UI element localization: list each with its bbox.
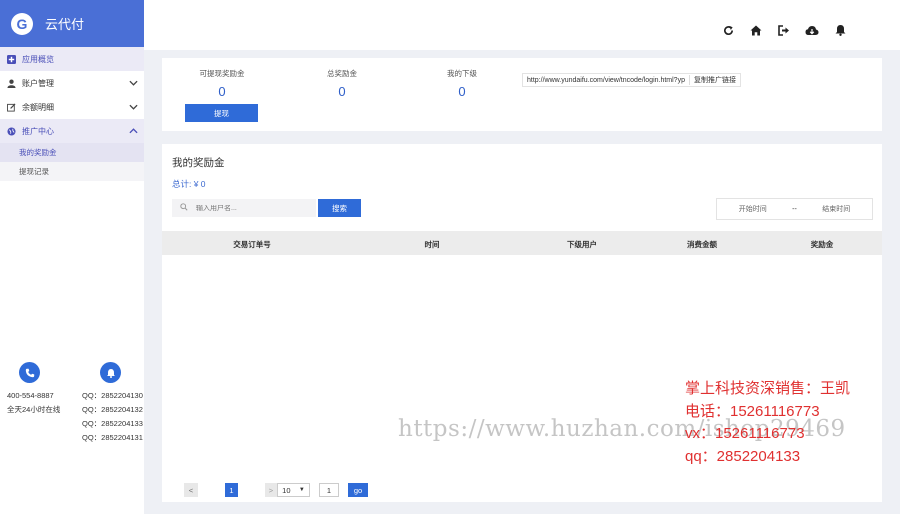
brand-name: 云代付 bbox=[45, 17, 85, 32]
column-header-sub-user: 下级用户 bbox=[567, 240, 597, 249]
refresh-icon[interactable] bbox=[720, 22, 736, 38]
edit-icon bbox=[6, 102, 16, 112]
date-start-input[interactable]: 开始时间 bbox=[717, 204, 789, 214]
sidebar-item-label: 推广中心 bbox=[22, 126, 54, 136]
chevron-up-icon bbox=[129, 126, 138, 136]
chevron-down-icon bbox=[129, 102, 138, 112]
column-header-order-no: 交易订单号 bbox=[233, 240, 271, 249]
brand-logo-icon: G bbox=[11, 12, 33, 35]
page-go-button[interactable]: go bbox=[348, 483, 368, 497]
home-icon[interactable] bbox=[748, 22, 764, 38]
sidebar-subitem-my-rewards[interactable]: 我的奖励金 bbox=[0, 143, 144, 162]
page-title: 我的奖励金 bbox=[172, 157, 225, 169]
page-size-select[interactable]: 10 ▼ bbox=[277, 483, 310, 497]
sidebar-item-app-overview[interactable]: 应用概览 bbox=[0, 47, 144, 71]
stat-referrals-label: 我的下级 bbox=[447, 69, 477, 78]
watermark-line: 掌上科技资深销售：王凯 bbox=[685, 380, 851, 397]
top-icon-group bbox=[720, 22, 848, 38]
date-range-picker[interactable]: 开始时间 -- 结束时间 bbox=[716, 198, 873, 220]
pagination-next-button[interactable]: > bbox=[265, 483, 277, 497]
contact-phone: 400-554-8887 bbox=[7, 391, 54, 400]
phone-icon bbox=[19, 362, 40, 383]
watermark-line: qq：2852204133 bbox=[685, 447, 801, 465]
column-header-reward: 奖励金 bbox=[810, 240, 834, 249]
stat-total-value: 0 bbox=[338, 84, 346, 99]
sidebar-item-label: 应用概览 bbox=[22, 54, 54, 64]
sidebar-item-account[interactable]: 账户管理 bbox=[0, 71, 144, 95]
column-header-amount: 消费金额 bbox=[687, 240, 717, 249]
pagination-prev-button[interactable]: < bbox=[184, 483, 198, 497]
promo-link-box: http://www.yundaifu.com/view/tncode/logi… bbox=[522, 73, 741, 87]
sidebar-subitem-withdraw-records[interactable]: 提现记录 bbox=[0, 162, 144, 181]
promo-link-url[interactable]: http://www.yundaifu.com/view/tncode/logi… bbox=[523, 77, 689, 84]
contact-qq: QQ：2852204130 bbox=[82, 391, 143, 400]
table-header: 交易订单号 时间 下级用户 消费金额 奖励金 bbox=[162, 231, 882, 255]
date-separator: -- bbox=[792, 205, 797, 213]
withdraw-button[interactable]: 提现 bbox=[185, 104, 258, 122]
watermark-sales-contact: 掌上科技资深销售：王凯 电话：15261116773 vx：1526111677… bbox=[685, 378, 850, 468]
logout-icon[interactable] bbox=[776, 22, 792, 38]
brand-header[interactable]: G 云代付 bbox=[0, 0, 144, 47]
stat-withdrawable-value: 0 bbox=[218, 84, 226, 99]
search-input[interactable] bbox=[196, 204, 306, 212]
sidebar-item-balance[interactable]: 余额明细 bbox=[0, 95, 144, 119]
stat-total: 总奖励金 0 bbox=[292, 68, 392, 99]
copy-promo-link-button[interactable]: 复制推广链接 bbox=[688, 75, 740, 85]
contact-qq: QQ：2852204132 bbox=[82, 405, 143, 414]
user-icon bbox=[6, 78, 16, 88]
contact-qq: QQ：2852204131 bbox=[82, 433, 143, 442]
pagination-current-page[interactable]: 1 bbox=[225, 483, 238, 497]
caret-down-icon: ▼ bbox=[298, 487, 305, 493]
page-size-value: 10 bbox=[282, 485, 291, 495]
top-bar bbox=[144, 0, 900, 50]
rewards-total: 总计: ¥ 0 bbox=[172, 179, 206, 189]
sidebar-item-promotion[interactable]: 推广中心 bbox=[0, 119, 144, 143]
search-button[interactable]: 搜索 bbox=[318, 199, 361, 217]
search-field[interactable] bbox=[172, 199, 316, 217]
cloud-download-icon[interactable] bbox=[804, 22, 820, 38]
column-header-time: 时间 bbox=[424, 240, 440, 249]
bell-icon[interactable] bbox=[832, 22, 848, 38]
stat-referrals: 我的下级 0 bbox=[412, 68, 512, 99]
chevron-down-icon bbox=[129, 78, 138, 88]
sidebar-item-label: 账户管理 bbox=[22, 78, 54, 88]
watermark-line: vx：15261116773 bbox=[685, 425, 805, 442]
sidebar-item-label: 余额明细 bbox=[22, 102, 54, 112]
page-jump-input[interactable]: 1 bbox=[319, 483, 339, 497]
contact-hours: 全天24小时在线 bbox=[7, 405, 61, 414]
stat-withdrawable: 可提现奖励金 0 bbox=[172, 68, 272, 99]
stat-total-label: 总奖励金 bbox=[327, 69, 357, 78]
sidebar: G 云代付 应用概览 账户管理 余额明细 推广中心 我的奖励金 提现记录 400… bbox=[0, 0, 144, 514]
reward-stats-card: 可提现奖励金 0 提现 总奖励金 0 我的下级 0 http://www.yun… bbox=[162, 58, 882, 131]
contact-qq-col: QQ：2852204130 QQ：2852204132 QQ：285220413… bbox=[82, 362, 143, 445]
date-end-input[interactable]: 结束时间 bbox=[801, 204, 873, 214]
stat-withdrawable-label: 可提现奖励金 bbox=[199, 69, 245, 78]
search-icon bbox=[180, 203, 188, 213]
contact-phone-col: 400-554-8887 全天24小时在线 bbox=[7, 362, 60, 417]
plus-square-icon bbox=[6, 54, 16, 64]
contact-qq: QQ：2852204133 bbox=[82, 419, 143, 428]
bell-icon bbox=[100, 362, 121, 383]
stat-referrals-value: 0 bbox=[458, 84, 466, 99]
watermark-line: 电话：15261116773 bbox=[685, 402, 820, 420]
globe-icon bbox=[6, 126, 16, 136]
